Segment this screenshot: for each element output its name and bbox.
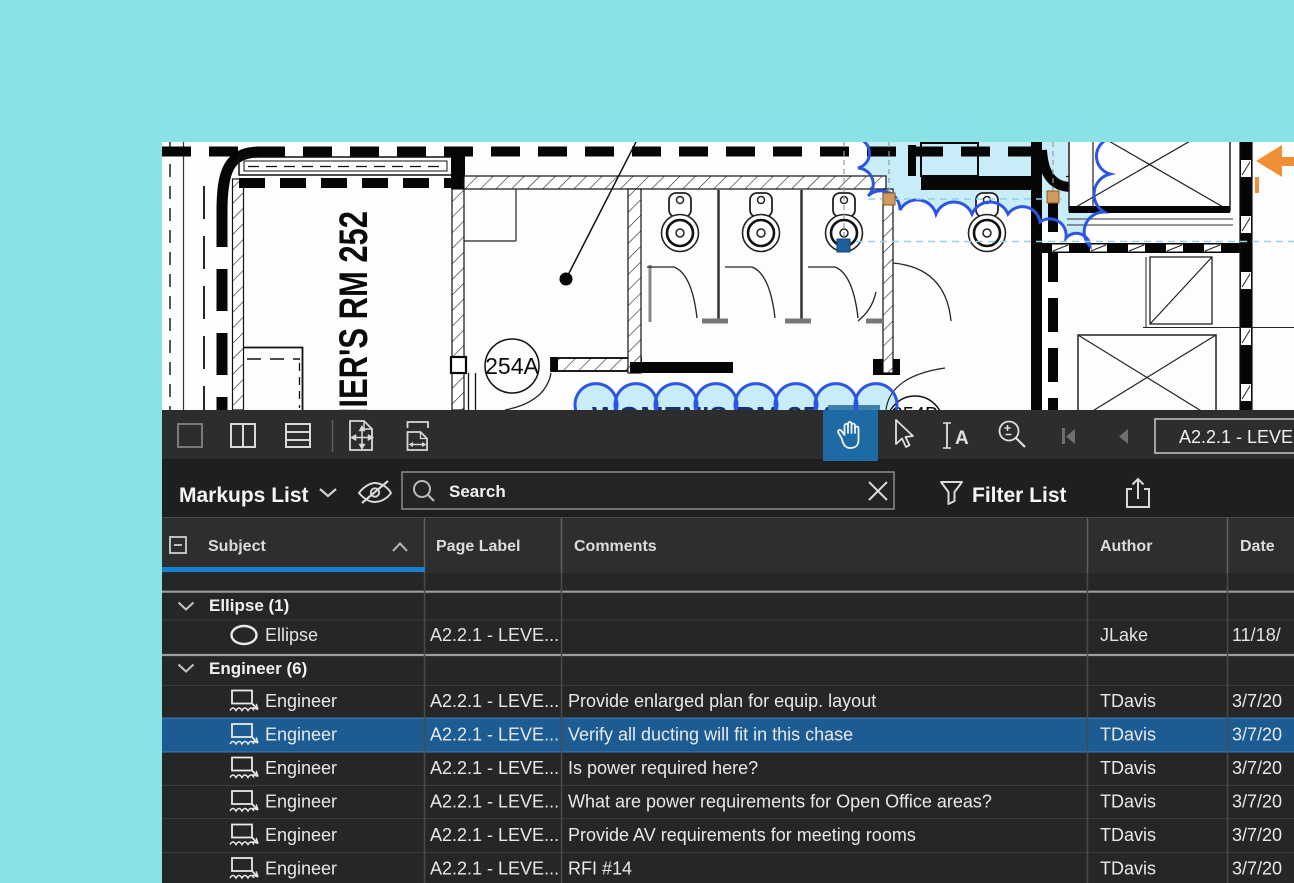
- svg-text:A2.2.1 - LEVE...: A2.2.1 - LEVE...: [430, 792, 559, 812]
- svg-text:HIER'S RM 252: HIER'S RM 252: [332, 211, 376, 410]
- svg-text:Date: Date: [1240, 538, 1275, 555]
- svg-text:Page Label: Page Label: [436, 538, 520, 555]
- svg-text:Engineer: Engineer: [265, 725, 337, 745]
- svg-text:Search: Search: [449, 482, 506, 501]
- svg-text:What are power requirements fo: What are power requirements for Open Off…: [568, 792, 992, 812]
- svg-text:Author: Author: [1100, 538, 1152, 555]
- svg-text:A2.2.1 - LEVE...: A2.2.1 - LEVE...: [430, 859, 559, 879]
- svg-text:A2.2.1 - LEVE...: A2.2.1 - LEVE...: [430, 625, 559, 645]
- svg-text:3/7/20: 3/7/20: [1232, 859, 1282, 879]
- svg-text:TDavis: TDavis: [1100, 691, 1156, 711]
- svg-text:A2.2.1 - LEVE...: A2.2.1 - LEVE...: [430, 758, 559, 778]
- svg-text:3/7/20: 3/7/20: [1232, 792, 1282, 812]
- svg-text:Is power required here?: Is power required here?: [568, 758, 758, 778]
- svg-text:TDavis: TDavis: [1100, 758, 1156, 778]
- svg-text:A2.2.1 - LEVE...: A2.2.1 - LEVE...: [430, 691, 559, 711]
- svg-text:WOMEN'S RM 254: WOMEN'S RM 254: [592, 401, 834, 410]
- svg-text:Filter List: Filter List: [972, 484, 1067, 507]
- svg-text:Verify all ducting will fit in: Verify all ducting will fit in this chas…: [568, 725, 853, 745]
- svg-text:Subject: Subject: [208, 538, 266, 555]
- svg-text:Engineer: Engineer: [265, 825, 337, 845]
- svg-text:Ellipse: Ellipse: [265, 625, 318, 645]
- svg-text:Engineer: Engineer: [265, 859, 337, 879]
- svg-text:3/7/20: 3/7/20: [1232, 825, 1282, 845]
- svg-text:Comments: Comments: [574, 538, 657, 555]
- svg-text:A2.2.1 - LEVEL: A2.2.1 - LEVEL: [1179, 427, 1294, 447]
- svg-text:TDavis: TDavis: [1100, 792, 1156, 812]
- svg-text:3/7/20: 3/7/20: [1232, 758, 1282, 778]
- svg-text:Engineer: Engineer: [265, 758, 337, 778]
- svg-text:Engineer: Engineer: [265, 792, 337, 812]
- svg-text:Provide enlarged plan for equi: Provide enlarged plan for equip. layout: [568, 691, 876, 711]
- svg-text:Engineer (6): Engineer (6): [209, 659, 307, 678]
- svg-text:Engineer: Engineer: [265, 691, 337, 711]
- svg-text:3/7/20: 3/7/20: [1232, 725, 1282, 745]
- svg-text:3/7/20: 3/7/20: [1232, 691, 1282, 711]
- svg-text:TDavis: TDavis: [1100, 825, 1156, 845]
- svg-text:Ellipse (1): Ellipse (1): [209, 596, 289, 615]
- svg-text:A2.2.1 - LEVE...: A2.2.1 - LEVE...: [430, 825, 559, 845]
- svg-text:TDavis: TDavis: [1100, 725, 1156, 745]
- svg-text:JLake: JLake: [1100, 625, 1148, 645]
- svg-text:Markups List: Markups List: [179, 484, 309, 507]
- svg-text:A: A: [955, 428, 969, 449]
- svg-text:254A: 254A: [485, 353, 539, 379]
- svg-text:11/18/: 11/18/: [1232, 625, 1281, 645]
- svg-text:A2.2.1 - LEVE...: A2.2.1 - LEVE...: [430, 725, 559, 745]
- svg-text:RFI #14: RFI #14: [568, 859, 632, 879]
- svg-text:TDavis: TDavis: [1100, 859, 1156, 879]
- svg-text:Provide AV requirements for me: Provide AV requirements for meeting room…: [568, 825, 916, 845]
